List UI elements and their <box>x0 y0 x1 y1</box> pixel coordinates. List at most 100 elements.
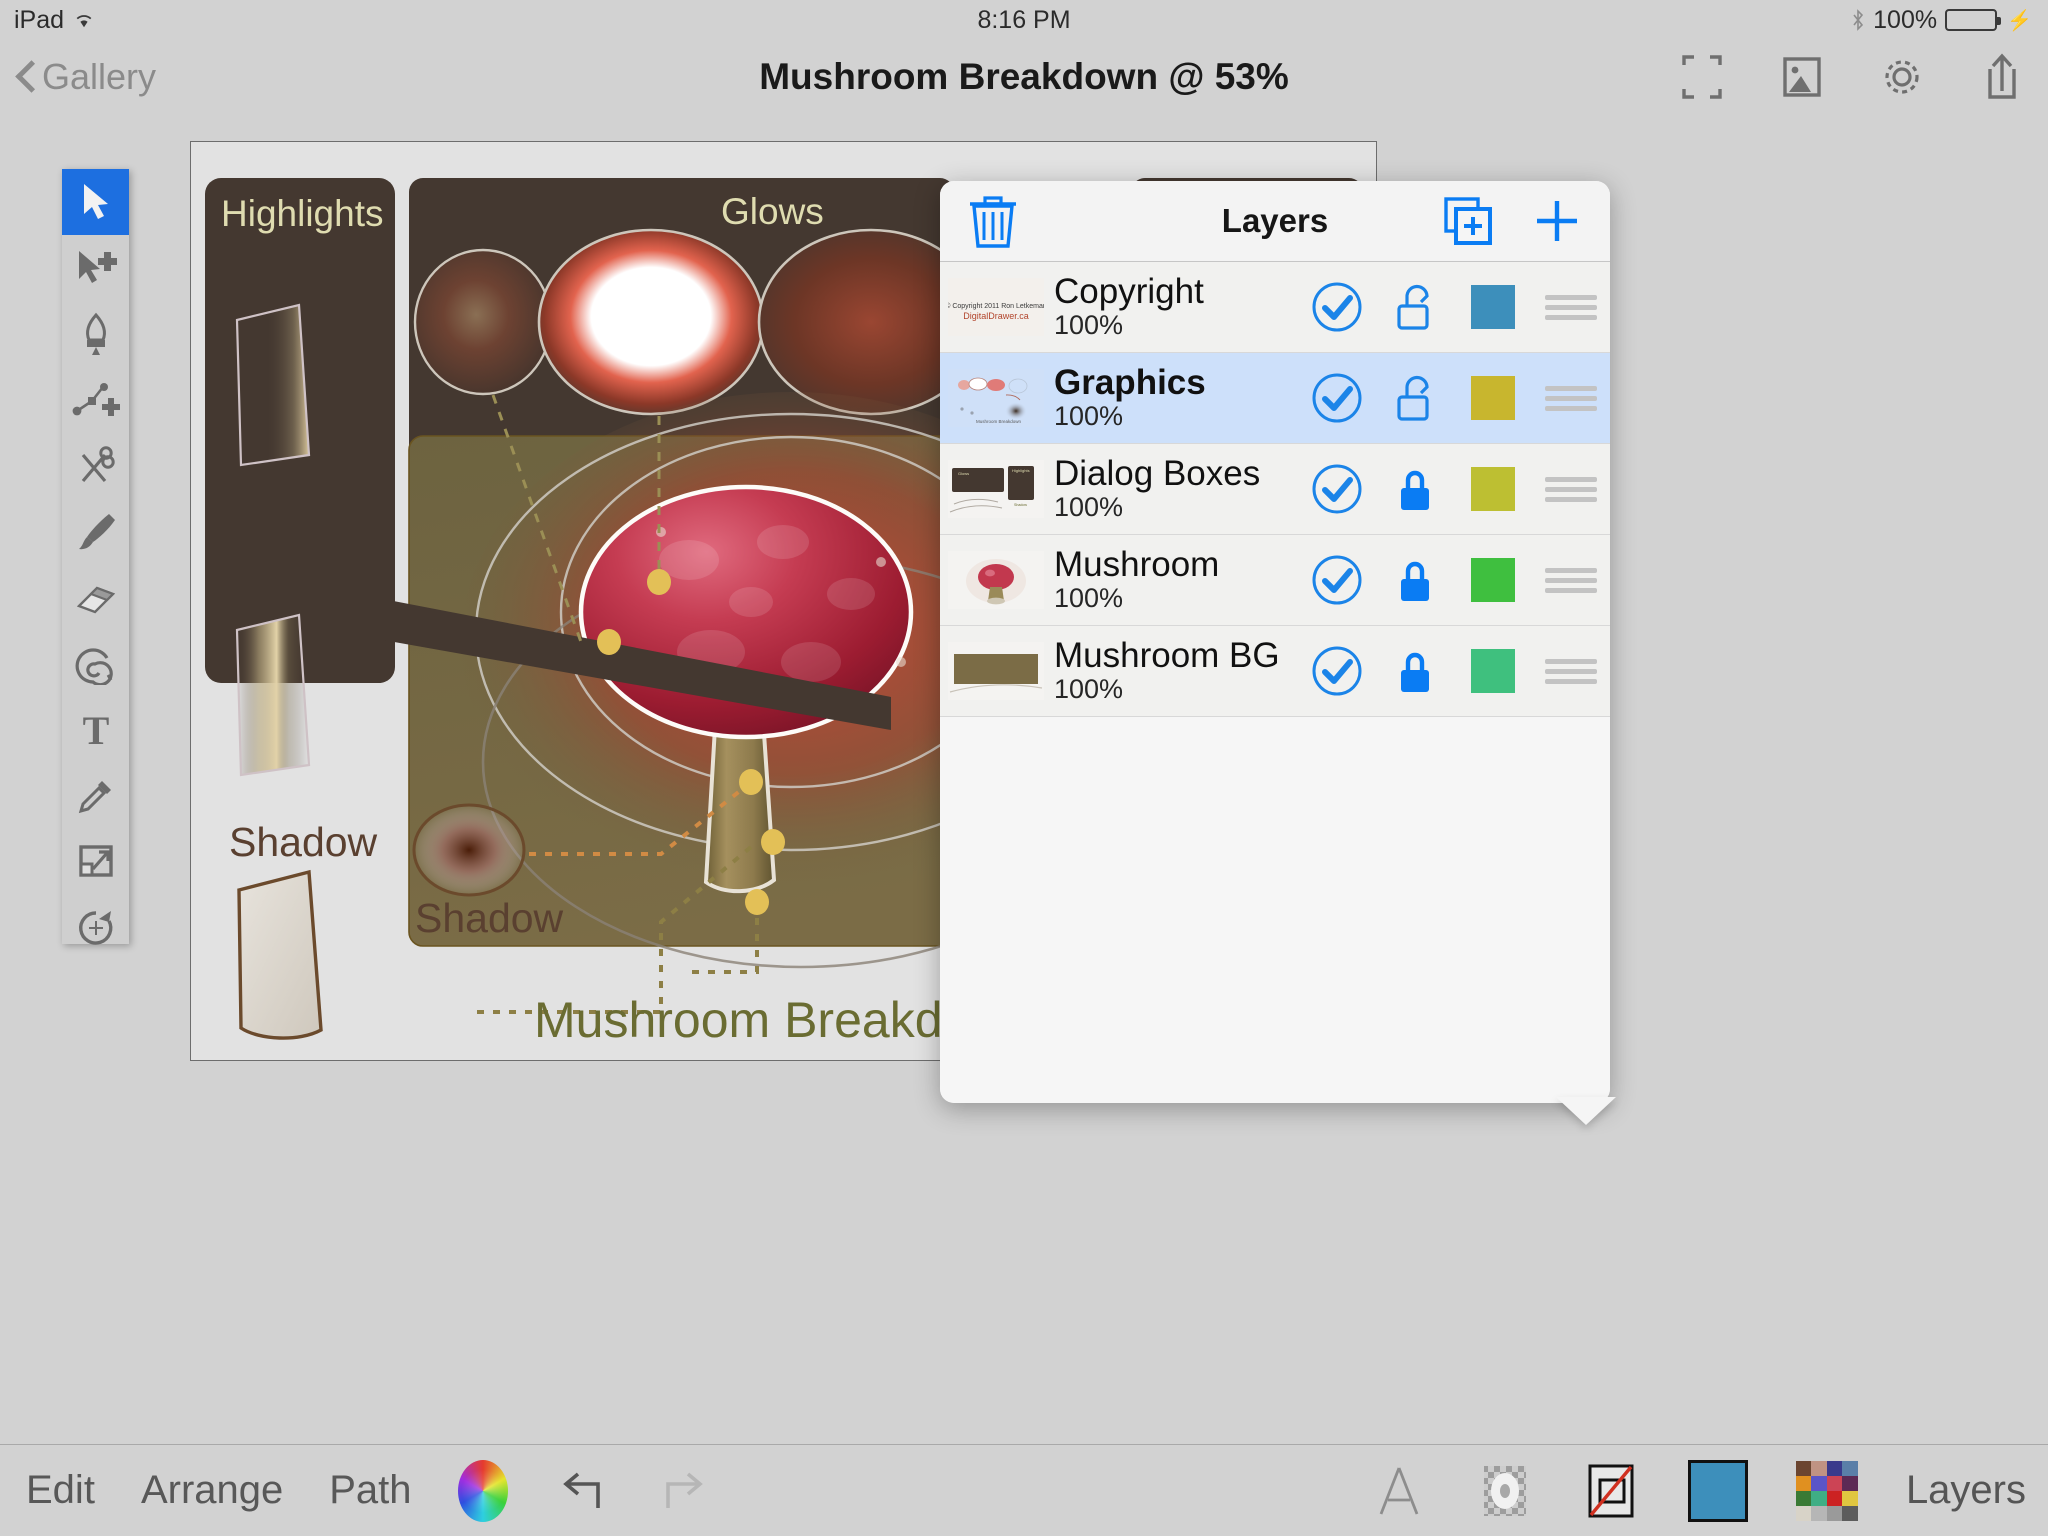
shadow-group: Shadow Shadow <box>229 803 564 1040</box>
mushroom-bg-thumb <box>948 642 1044 700</box>
text-style-icon[interactable] <box>1370 1460 1428 1522</box>
dialog-boxes-thumb: Glows Highlights Shadow <box>948 460 1044 518</box>
duplicate-layer-icon[interactable] <box>1442 195 1494 247</box>
svg-text:Shadow: Shadow <box>415 895 564 941</box>
rotate-tool[interactable] <box>62 895 129 961</box>
layer-row[interactable]: Mushroom BG 100% <box>940 626 1610 717</box>
checkmark-circle-icon <box>1312 282 1362 332</box>
layer-text-block: Copyright 100% <box>1054 274 1298 340</box>
highlights-panel-left: Highlights <box>205 178 395 777</box>
lock-icon <box>1401 652 1429 692</box>
layers-list: © Copyright 2011 Ron Letkeman DigitalDra… <box>940 262 1610 1103</box>
layer-row[interactable]: Mushroom Breakdown Graphics 100% <box>940 353 1610 444</box>
layer-opacity: 100% <box>1054 309 1124 340</box>
nav-tool-group <box>1678 51 2026 103</box>
copyright-text-thumb: © Copyright 2011 Ron Letkeman DigitalDra… <box>948 278 1044 336</box>
layer-row[interactable]: Mushroom 100% <box>940 535 1610 626</box>
layer-visibility-toggle[interactable] <box>1298 644 1376 698</box>
layer-text-block: Mushroom 100% <box>1054 547 1298 613</box>
share-icon[interactable] <box>1978 51 2026 103</box>
bluetooth-icon <box>1853 9 1864 31</box>
layer-visibility-toggle[interactable] <box>1298 553 1376 607</box>
layers-panel-header: Layers <box>940 181 1610 262</box>
transparency-icon[interactable] <box>1476 1460 1534 1522</box>
redo-arrow-icon[interactable] <box>656 1464 712 1518</box>
select-arrow-tool[interactable] <box>62 169 129 235</box>
eyedropper-tool[interactable] <box>62 763 129 829</box>
checkmark-circle-icon <box>1312 555 1362 605</box>
svg-text:T: T <box>82 709 109 751</box>
layer-color-swatch[interactable] <box>1454 558 1532 602</box>
fullscreen-icon[interactable] <box>1678 51 1726 103</box>
paintbrush-tool[interactable] <box>62 499 129 565</box>
layer-visibility-toggle[interactable] <box>1298 462 1376 516</box>
layers-panel: Layers © Copyright 2011 Ron Letkeman Dig… <box>940 181 1610 1103</box>
path-menu-button[interactable]: Path <box>329 1468 411 1513</box>
layer-name: Graphics <box>1054 363 1206 403</box>
tool-palette: T <box>62 169 129 945</box>
no-stroke-icon[interactable] <box>1582 1460 1640 1522</box>
scale-tool[interactable] <box>62 829 129 895</box>
layer-lock-toggle[interactable] <box>1376 371 1454 425</box>
layer-row[interactable]: © Copyright 2011 Ron Letkeman DigitalDra… <box>940 262 1610 353</box>
palette-icon[interactable] <box>1795 1460 1858 1521</box>
edit-menu-button[interactable]: Edit <box>26 1468 95 1513</box>
layer-drag-handle[interactable] <box>1532 563 1610 598</box>
checkmark-circle-icon <box>1312 464 1362 514</box>
drag-handle-icon <box>1545 472 1597 507</box>
swatch-fill <box>1471 376 1515 420</box>
svg-text:© Copyright 2011 Ron Letkeman: © Copyright 2011 Ron Letkeman <box>948 302 1044 310</box>
layer-color-swatch[interactable] <box>1454 376 1532 420</box>
select-add-arrow-tool[interactable] <box>62 235 129 301</box>
layer-text-block: Graphics 100% <box>1054 365 1298 431</box>
layers-empty-area <box>940 717 1610 1103</box>
undo-arrow-icon[interactable] <box>554 1464 610 1518</box>
drag-handle-icon <box>1545 290 1597 325</box>
battery-icon <box>1945 9 2002 31</box>
layer-drag-handle[interactable] <box>1532 654 1610 689</box>
gear-icon[interactable] <box>1878 51 1926 103</box>
nav-bar: Gallery Mushroom Breakdown @ 53% <box>0 40 2048 113</box>
lock-icon <box>1401 470 1429 510</box>
graphics-thumb: Mushroom Breakdown <box>948 369 1044 427</box>
mushroom-thumb <box>948 551 1044 609</box>
lightning-bolt-icon: ⚡ <box>2007 9 2032 32</box>
swatch-fill <box>1471 467 1515 511</box>
layer-lock-toggle[interactable] <box>1376 462 1454 516</box>
layer-color-swatch[interactable] <box>1454 467 1532 511</box>
layer-name: Mushroom <box>1054 545 1220 585</box>
layer-opacity: 100% <box>1054 673 1124 704</box>
layer-lock-toggle[interactable] <box>1376 644 1454 698</box>
layers-panel-toggle[interactable]: Layers <box>1906 1468 2026 1513</box>
layer-lock-toggle[interactable] <box>1376 280 1454 334</box>
layer-drag-handle[interactable] <box>1532 290 1610 325</box>
layer-opacity: 100% <box>1054 400 1124 431</box>
svg-text:DigitalDrawer.ca: DigitalDrawer.ca <box>963 311 1029 321</box>
scissors-tool[interactable] <box>62 433 129 499</box>
layer-name: Dialog Boxes <box>1054 454 1261 494</box>
color-wheel-icon[interactable] <box>457 1459 508 1522</box>
layers-panel-title: Layers <box>1221 202 1329 239</box>
svg-text:Highlights: Highlights <box>221 193 383 234</box>
layer-row[interactable]: Glows Highlights Shadow Dialog Boxes 100… <box>940 444 1610 535</box>
layer-drag-handle[interactable] <box>1532 472 1610 507</box>
layer-color-swatch[interactable] <box>1454 649 1532 693</box>
layer-visibility-toggle[interactable] <box>1298 280 1376 334</box>
layer-lock-toggle[interactable] <box>1376 553 1454 607</box>
drag-handle-icon <box>1545 654 1597 689</box>
svg-text:Highlights: Highlights <box>1012 468 1030 473</box>
pen-nib-tool[interactable] <box>62 301 129 367</box>
fill-color-swatch[interactable] <box>1687 1459 1748 1522</box>
layer-visibility-toggle[interactable] <box>1298 371 1376 425</box>
layer-drag-handle[interactable] <box>1532 381 1610 416</box>
checkmark-circle-icon <box>1312 646 1362 696</box>
spiral-tool[interactable] <box>62 631 129 697</box>
eraser-tool[interactable] <box>62 565 129 631</box>
layer-color-swatch[interactable] <box>1454 285 1532 329</box>
image-icon[interactable] <box>1778 51 1826 103</box>
add-layer-icon[interactable] <box>1532 196 1582 246</box>
add-node-tool[interactable] <box>62 367 129 433</box>
text-tool[interactable]: T <box>62 697 129 763</box>
checkmark-circle-icon <box>1312 373 1362 423</box>
arrange-menu-button[interactable]: Arrange <box>141 1468 283 1513</box>
